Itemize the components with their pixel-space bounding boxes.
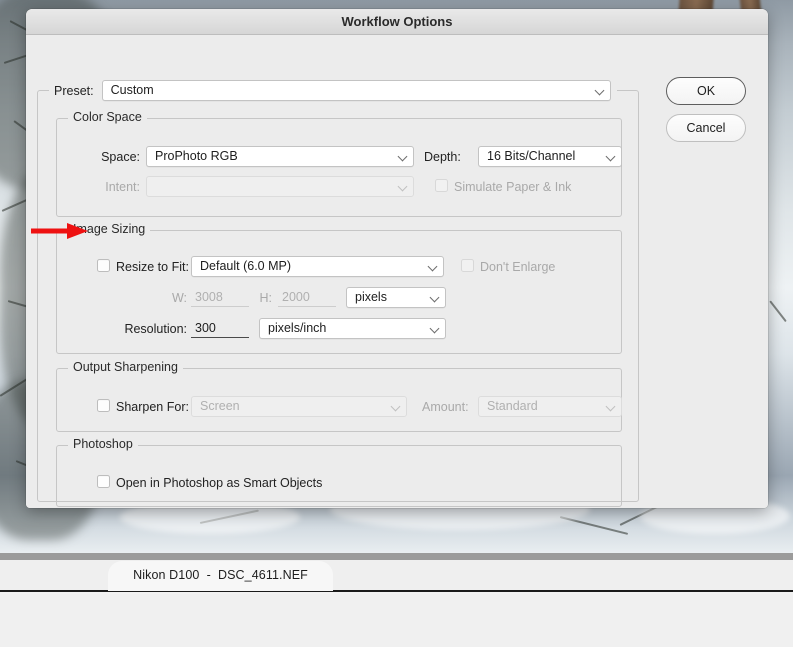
dialog-title: Workflow Options [341, 14, 453, 29]
open-as-smart-objects-label: Open in Photoshop as Smart Objects [116, 476, 323, 490]
sharpen-for-value: Screen [200, 399, 240, 413]
dont-enlarge-label: Don't Enlarge [480, 260, 556, 274]
amount-value: Standard [487, 399, 538, 413]
simulate-paper-ink-checkbox [435, 179, 448, 192]
dont-enlarge-checkbox [461, 259, 474, 272]
intent-label: Intent: [105, 180, 140, 194]
space-label: Space: [101, 150, 140, 164]
annotation-strip: Workflow Options ProPhoto RGB; 16 bit; 3… [0, 594, 793, 647]
photoshop-legend: Photoshop [68, 437, 138, 451]
chevron-down-icon [399, 183, 406, 190]
resize-to-fit-checkbox[interactable] [97, 259, 110, 272]
preset-select[interactable]: Custom [101, 80, 611, 101]
resize-to-fit-pointer-arrow [31, 223, 88, 239]
resize-to-fit-value: Default (6.0 MP) [200, 259, 292, 273]
status-text: Nikon D100 - DSC_4611.NEF [133, 568, 308, 582]
chevron-down-icon [431, 325, 438, 332]
dialog-titlebar[interactable]: Workflow Options [26, 9, 768, 35]
chevron-down-icon [596, 87, 603, 94]
cancel-button[interactable]: Cancel [666, 114, 746, 142]
output-sharpening-legend: Output Sharpening [68, 360, 183, 374]
ok-button[interactable]: OK [666, 77, 746, 105]
sharpen-for-select: Screen [191, 396, 407, 417]
depth-value: 16 Bits/Channel [487, 149, 576, 163]
resolution-field[interactable]: 300 [191, 319, 249, 338]
chevron-down-icon [429, 263, 436, 270]
preset-row: Preset: Custom [49, 80, 617, 101]
open-as-smart-objects-checkbox[interactable] [97, 475, 110, 488]
dialog-body: OK Cancel Preset: Custom Color Space Spa… [26, 35, 768, 508]
screen: Workflow Options OK Cancel Preset: Custo… [0, 0, 793, 647]
chevron-down-icon [607, 403, 614, 410]
chevron-down-icon [607, 153, 614, 160]
height-field: 2000 [278, 288, 336, 307]
height-label: H: [259, 291, 273, 305]
color-space-groupbox: Color Space [56, 110, 622, 217]
status-bar: Nikon D100 - DSC_4611.NEF [0, 560, 793, 592]
space-select[interactable]: ProPhoto RGB [146, 146, 414, 167]
resolution-units-select[interactable]: pixels/inch [259, 318, 446, 339]
sharpen-for-checkbox[interactable] [97, 399, 110, 412]
resolution-label: Resolution: [124, 322, 187, 336]
sharpen-for-label: Sharpen For: [116, 400, 189, 414]
amount-select: Standard [478, 396, 622, 417]
preset-value: Custom [110, 83, 154, 97]
chevron-down-icon [431, 294, 438, 301]
chevron-down-icon [392, 403, 399, 410]
width-field: 3008 [191, 288, 249, 307]
intent-select [146, 176, 414, 197]
size-units-value: pixels [355, 290, 387, 304]
amount-label: Amount: [422, 400, 469, 414]
resize-to-fit-select[interactable]: Default (6.0 MP) [191, 256, 444, 277]
width-label: W: [171, 291, 187, 305]
simulate-paper-ink-label: Simulate Paper & Ink [454, 180, 572, 194]
resolution-units-value: pixels/inch [268, 321, 327, 335]
resize-to-fit-label: Resize to Fit: [116, 260, 189, 274]
color-space-legend: Color Space [68, 110, 147, 124]
size-units-select[interactable]: pixels [346, 287, 446, 308]
chevron-down-icon [399, 153, 406, 160]
preset-label: Preset: [54, 83, 94, 98]
divider-bar [0, 553, 793, 560]
space-value: ProPhoto RGB [155, 149, 238, 163]
depth-select[interactable]: 16 Bits/Channel [478, 146, 622, 167]
workflow-options-dialog: Workflow Options OK Cancel Preset: Custo… [26, 9, 768, 508]
depth-label: Depth: [424, 150, 461, 164]
